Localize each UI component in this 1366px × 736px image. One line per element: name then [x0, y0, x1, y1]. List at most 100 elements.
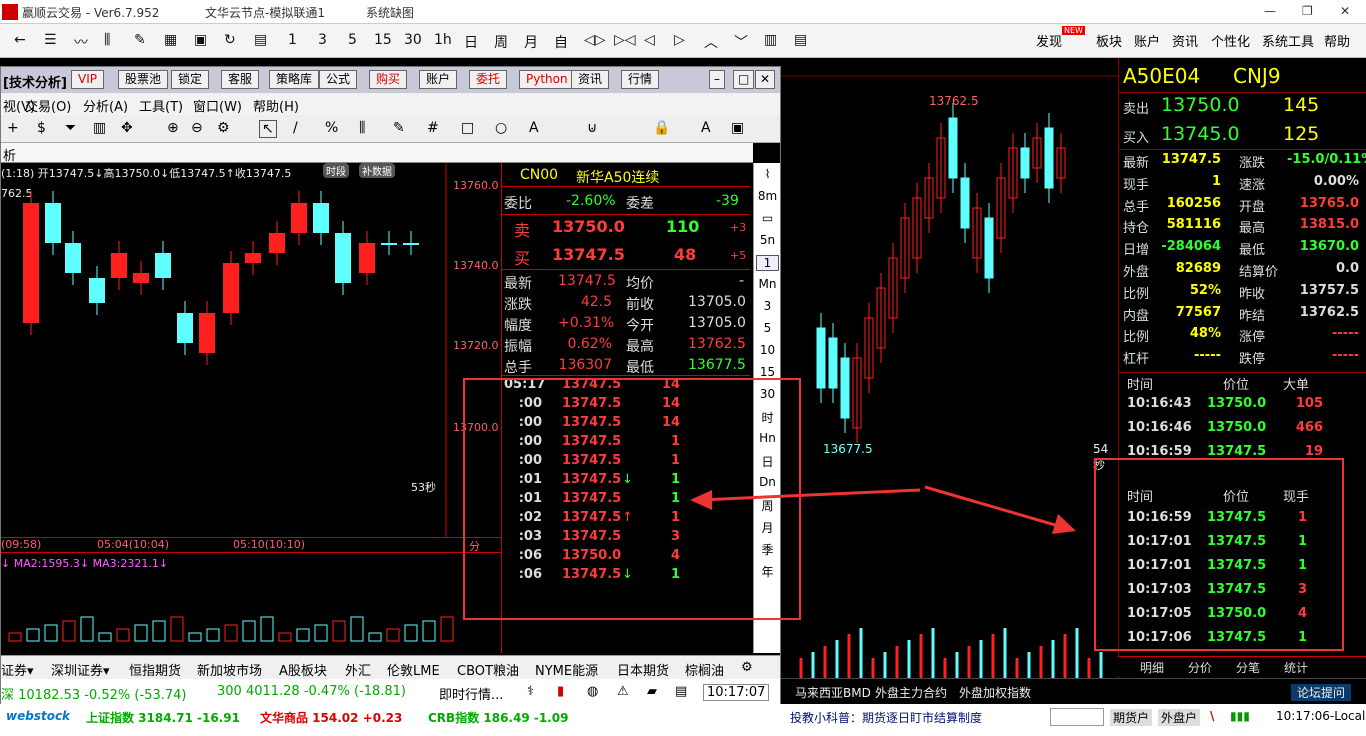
account-button[interactable]: 账户: [419, 70, 458, 89]
chart-tab[interactable]: 析: [3, 145, 16, 164]
period-5[interactable]: 5: [348, 32, 357, 48]
period-week[interactable]: 周: [494, 32, 508, 52]
menu-tools[interactable]: 系统工具: [1262, 31, 1314, 50]
layout-icon[interactable]: ▥: [764, 32, 777, 48]
magnet-icon[interactable]: ⊍: [587, 120, 597, 136]
menu-window[interactable]: 窗口(W): [193, 96, 242, 115]
period-1[interactable]: 1: [288, 32, 297, 48]
cursor-icon[interactable]: ↖: [259, 120, 277, 138]
right-icon[interactable]: ▷: [674, 32, 685, 48]
market-button[interactable]: 行情: [621, 70, 660, 89]
menu-analysis[interactable]: 分析(A): [83, 96, 128, 115]
tip-text[interactable]: 投教小科普：期货逐日盯市结算制度: [790, 709, 982, 726]
box-icon[interactable]: ▰: [647, 684, 657, 699]
realtime-label[interactable]: 即时行情...: [439, 684, 503, 703]
menu-trade[interactable]: 交易(O): [25, 96, 71, 115]
period-3[interactable]: 3: [318, 32, 327, 48]
search-box[interactable]: [1050, 708, 1104, 726]
alert-icon[interactable]: ⚠: [617, 684, 629, 699]
python-button[interactable]: Python: [519, 70, 575, 89]
tab-price[interactable]: 分价: [1188, 659, 1212, 676]
zoom-out-icon[interactable]: ▷◁: [614, 32, 636, 48]
gear-icon[interactable]: ⚙: [741, 660, 753, 675]
period-option-7[interactable]: 5: [756, 321, 779, 335]
formula-button[interactable]: 公式: [319, 70, 358, 89]
market-tab-3[interactable]: 新加坡市场: [197, 660, 262, 679]
down-icon[interactable]: ﹀: [734, 32, 748, 52]
menu-board[interactable]: 板块: [1096, 31, 1122, 50]
lock-button[interactable]: 锁定: [171, 70, 210, 89]
pen-icon[interactable]: ✎: [393, 120, 405, 136]
strategy-button[interactable]: 策略库: [269, 70, 320, 89]
filter-icon[interactable]: ⏷: [65, 120, 76, 136]
plus-icon[interactable]: +: [7, 120, 19, 136]
list-icon[interactable]: ☰: [44, 32, 57, 48]
kline-icon[interactable]: ⫼: [104, 32, 110, 48]
vip-button[interactable]: VIP: [71, 70, 104, 89]
lock-icon[interactable]: 🔒: [653, 120, 670, 136]
news-button[interactable]: 资讯: [571, 70, 610, 89]
period-option-8[interactable]: 10: [756, 343, 779, 357]
tab-detail[interactable]: 明细: [1140, 659, 1164, 676]
market-tab-5[interactable]: 外汇: [345, 660, 371, 679]
zoom-out2-icon[interactable]: ⊖: [191, 120, 203, 136]
service-button[interactable]: 客服: [221, 70, 260, 89]
market-tab-9[interactable]: 日本期货: [617, 660, 669, 679]
period-option-5[interactable]: Mn: [756, 277, 779, 291]
win-min-icon[interactable]: –: [709, 70, 725, 89]
market-tab-7[interactable]: CBOT粮油: [457, 660, 519, 679]
period-option-0[interactable]: ⌇: [756, 167, 779, 181]
line-chart-icon[interactable]: 〰: [74, 32, 88, 52]
split-icon[interactable]: ▤: [794, 32, 807, 48]
zoom-in2-icon[interactable]: ⊕: [167, 120, 179, 136]
chart-icon[interactable]: ▤: [254, 32, 267, 48]
globe-icon[interactable]: ◍: [587, 684, 598, 699]
futures-account-button[interactable]: 期货户: [1110, 709, 1153, 726]
fib-icon[interactable]: ⫼: [359, 120, 365, 136]
period-month[interactable]: 月: [524, 32, 538, 52]
minimize-icon[interactable]: —: [1264, 4, 1276, 18]
strip-main[interactable]: 外盘主力合约: [875, 684, 947, 701]
line-tool-icon[interactable]: /: [293, 120, 298, 136]
market-tab-10[interactable]: 棕榈油: [685, 660, 724, 679]
menu-help2[interactable]: 帮助(H): [253, 96, 299, 115]
period-option-3[interactable]: 5n: [756, 233, 779, 247]
tab-stats[interactable]: 统计: [1284, 659, 1308, 676]
doc-icon[interactable]: ▤: [675, 684, 687, 699]
stock-pool-button[interactable]: 股票池: [118, 70, 169, 89]
circle-icon[interactable]: ○: [495, 120, 507, 136]
market-tab-4[interactable]: A股板块: [279, 660, 327, 679]
period-30[interactable]: 30: [404, 32, 422, 48]
menu-news[interactable]: 资讯: [1172, 31, 1198, 50]
draw-icon[interactable]: ✎: [134, 32, 146, 48]
left-icon[interactable]: ◁: [644, 32, 655, 48]
period-1h[interactable]: 1h: [434, 32, 452, 48]
refresh-icon[interactable]: ↻: [224, 32, 236, 48]
color-icon[interactable]: A: [701, 120, 711, 136]
python-icon[interactable]: ⚕: [527, 684, 534, 699]
market-tab-1[interactable]: 深圳证券▾: [51, 660, 110, 679]
period-option-9[interactable]: 15: [756, 365, 779, 379]
period-15[interactable]: 15: [374, 32, 392, 48]
market-tab-6[interactable]: 伦敦LME: [387, 660, 440, 679]
period-option-1[interactable]: 8m: [756, 189, 779, 203]
hash-icon[interactable]: #: [427, 120, 439, 136]
market-tab-8[interactable]: NYME能源: [535, 660, 598, 679]
menu-account[interactable]: 账户: [1134, 31, 1160, 50]
text-icon[interactable]: A: [529, 120, 539, 136]
win-close-icon[interactable]: ✕: [755, 70, 776, 89]
menu-tools2[interactable]: 工具(T): [139, 96, 183, 115]
dollar-icon[interactable]: $: [37, 120, 46, 136]
settings-icon[interactable]: ⚙: [217, 120, 230, 136]
forum-button[interactable]: 论坛提问: [1291, 684, 1352, 701]
period-day[interactable]: 日: [464, 32, 478, 52]
close-icon[interactable]: ✕: [1340, 4, 1350, 18]
buy-button[interactable]: 购买: [369, 70, 408, 89]
period-option-4[interactable]: 1: [756, 255, 779, 271]
tab-tick[interactable]: 分笔: [1236, 659, 1260, 676]
market-tab-0[interactable]: 证券▾: [1, 660, 34, 679]
save-icon[interactable]: ▣: [194, 32, 207, 48]
period-option-2[interactable]: ▭: [756, 211, 779, 225]
win-max-icon[interactable]: □: [733, 70, 755, 89]
save2-icon[interactable]: ▣: [731, 120, 744, 136]
